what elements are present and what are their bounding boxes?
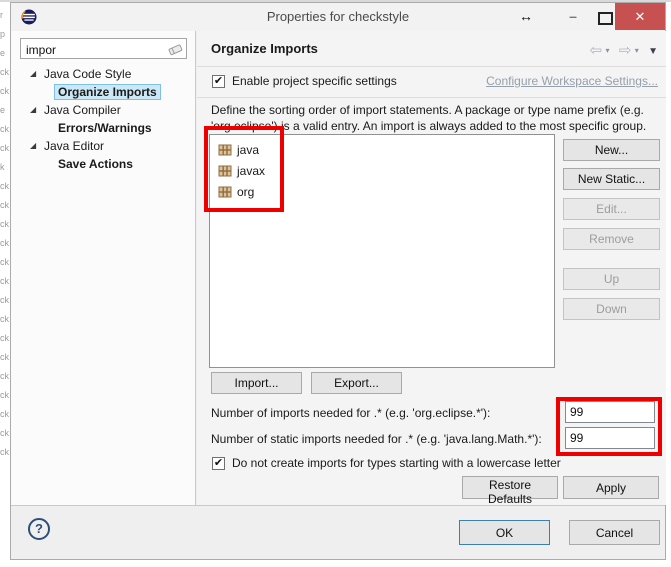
page-title: Organize Imports (211, 41, 318, 56)
dialog-footer: ? OK Cancel (11, 506, 665, 559)
clear-filter-icon[interactable] (168, 43, 183, 56)
sidebar-item-save-actions[interactable]: Save Actions (11, 154, 196, 174)
header-divider (197, 66, 666, 67)
enable-project-settings-label: Enable project specific settings (232, 74, 397, 88)
tree-item-label: Java Editor (44, 136, 104, 156)
sidebar-item-errors-warnings[interactable]: Errors/Warnings (11, 118, 196, 138)
section-divider (197, 97, 666, 98)
ok-button[interactable]: OK (459, 520, 550, 545)
forward-menu-icon[interactable]: ▾ (635, 46, 639, 55)
remove-button[interactable]: Remove (563, 228, 660, 250)
annotation-box-thresholds (556, 397, 662, 456)
static-imports-needed-label: Number of static imports needed for .* (… (211, 432, 542, 446)
enable-project-settings-checkbox[interactable]: ✔ (212, 75, 225, 88)
back-menu-icon[interactable]: ▾ (605, 46, 609, 55)
restore-defaults-button[interactable]: Restore Defaults (462, 476, 558, 499)
configure-workspace-settings-link[interactable]: Configure Workspace Settings... (486, 74, 658, 88)
tree-item-label: Java Code Style (44, 64, 131, 84)
view-menu-icon[interactable]: ▼ (648, 46, 658, 57)
tree-item-label: Errors/Warnings (58, 118, 152, 138)
sidebar-item-java-editor[interactable]: ◢ Java Editor (11, 136, 196, 156)
expand-arrow-icon[interactable]: ◢ (30, 136, 36, 156)
help-icon[interactable]: ? (28, 518, 50, 540)
export-button[interactable]: Export... (311, 372, 402, 394)
sidebar-item-java-code-style[interactable]: ◢ Java Code Style (11, 64, 196, 84)
tree-item-label: Save Actions (58, 154, 133, 174)
background-text-fragments: r p e ck ck e ck ck k ck ck ck ck ck ck … (0, 6, 9, 546)
expand-arrow-icon[interactable]: ◢ (30, 64, 36, 84)
forward-arrow-icon[interactable]: ⇨ (619, 42, 632, 59)
minimize-button[interactable]: – (559, 3, 587, 30)
sidebar-item-java-compiler[interactable]: ◢ Java Compiler (11, 100, 196, 120)
cancel-button[interactable]: Cancel (569, 520, 660, 545)
restore-resize-icon[interactable]: ↔ (511, 3, 541, 30)
new-button[interactable]: New... (563, 139, 660, 161)
tree-item-label: Java Compiler (44, 100, 121, 120)
title-bar[interactable]: Properties for checkstyle ↔ – ✕ (11, 3, 665, 31)
sidebar-item-organize-imports[interactable]: Organize Imports (11, 82, 196, 102)
preferences-sidebar: ◢ Java Code Style Organize Imports ◢ Jav… (11, 31, 196, 505)
lowercase-checkbox-label: Do not create imports for types starting… (232, 456, 561, 470)
maximize-icon (598, 12, 613, 25)
history-navigation: ⇦ ▾ ⇨ ▾ ▼ (590, 41, 658, 59)
maximize-button[interactable] (593, 3, 617, 30)
properties-dialog: Properties for checkstyle ↔ – ✕ ◢ Java C… (10, 2, 666, 560)
description-line1: Define the sorting order of import state… (211, 103, 644, 117)
annotation-box-groups (204, 126, 284, 212)
expand-arrow-icon[interactable]: ◢ (30, 100, 36, 120)
import-button[interactable]: Import... (211, 372, 302, 394)
lowercase-checkbox[interactable]: ✔ (212, 457, 225, 470)
new-static-button[interactable]: New Static... (563, 168, 660, 190)
apply-button[interactable]: Apply (563, 476, 659, 499)
close-button[interactable]: ✕ (615, 3, 665, 30)
back-arrow-icon[interactable]: ⇦ (590, 42, 603, 59)
imports-needed-label: Number of imports needed for .* (e.g. 'o… (211, 406, 490, 420)
filter-box (20, 38, 187, 59)
tree-item-label-selected: Organize Imports (54, 84, 161, 100)
up-button[interactable]: Up (563, 268, 660, 290)
filter-input[interactable] (24, 40, 168, 59)
down-button[interactable]: Down (563, 298, 660, 320)
organize-imports-panel: Organize Imports ⇦ ▾ ⇨ ▾ ▼ ✔ Enable proj… (197, 31, 666, 505)
edit-button[interactable]: Edit... (563, 198, 660, 220)
